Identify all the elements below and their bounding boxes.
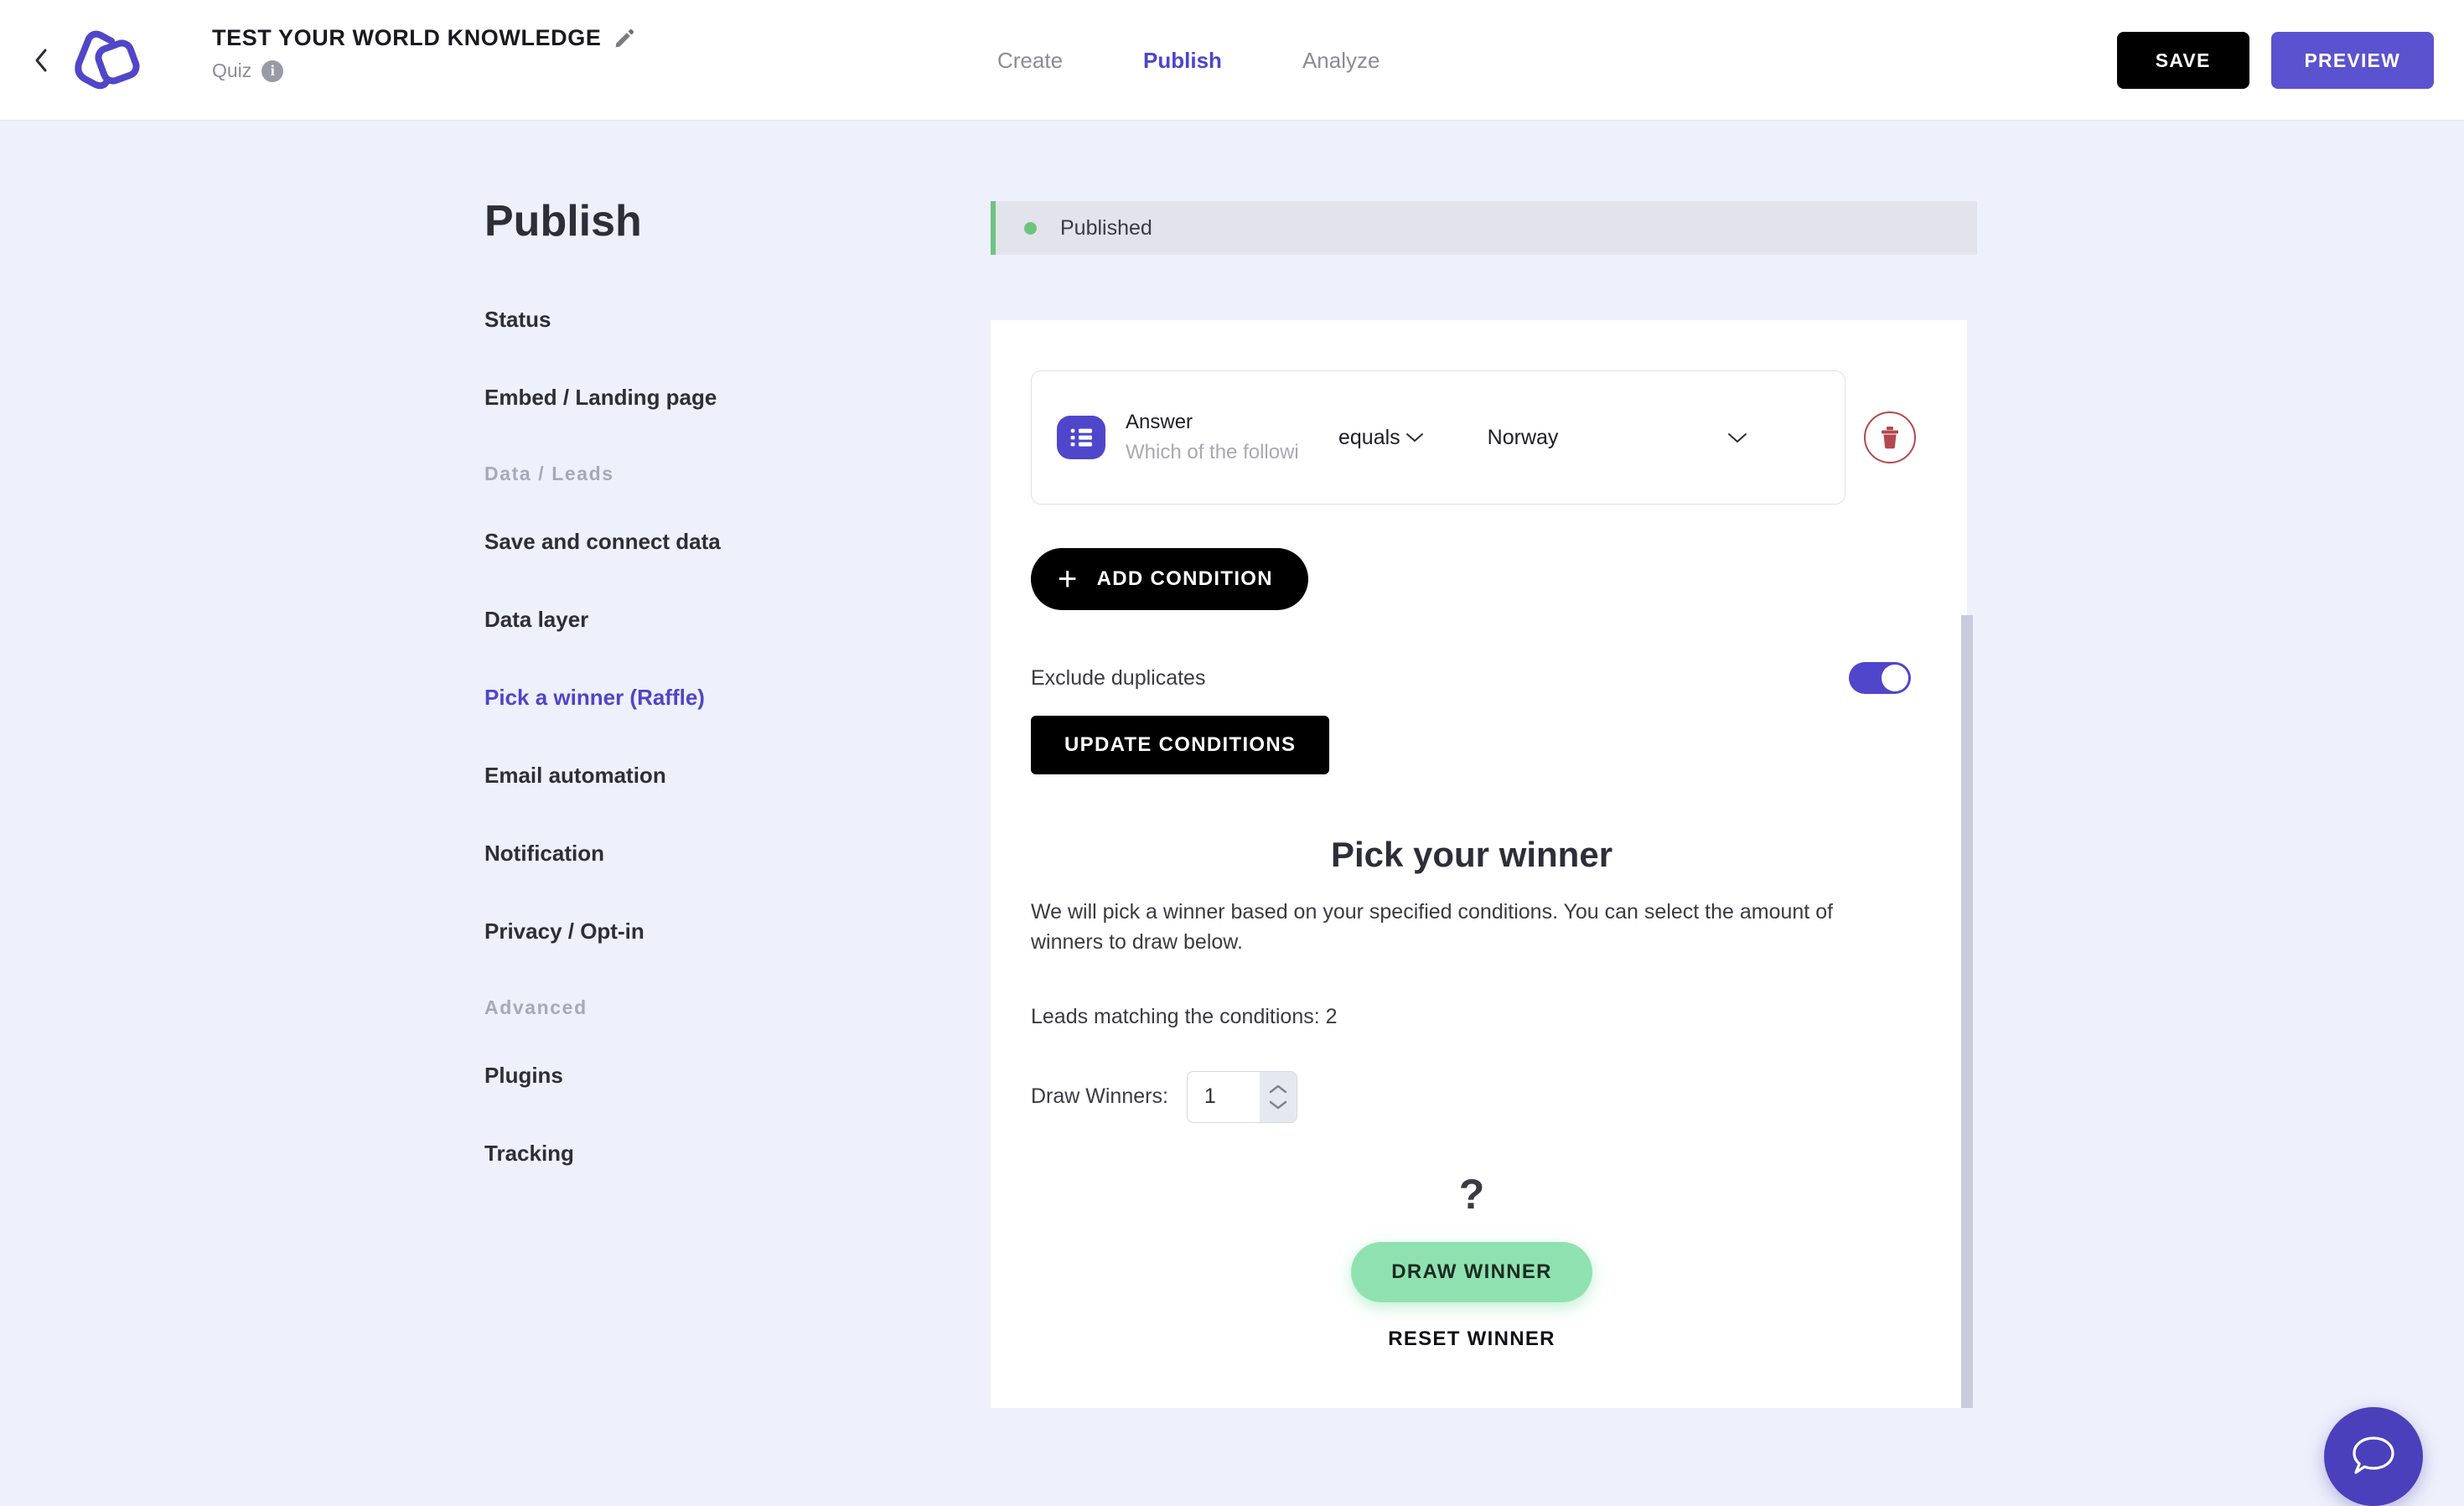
condition-operator-value: equals <box>1338 425 1400 449</box>
project-title-block: TEST YOUR WORLD KNOWLEDGE Quiz i <box>212 25 635 82</box>
edit-pencil-icon[interactable] <box>613 28 635 49</box>
chat-launcher-button[interactable] <box>2324 1407 2423 1506</box>
sidebar-group-advanced: Advanced <box>484 996 588 1018</box>
status-dot-icon <box>1024 221 1037 235</box>
multiple-choice-icon[interactable] <box>1057 416 1105 459</box>
condition-box: Answer Which of the followi equals Norwa… <box>1031 370 1845 505</box>
draw-winner-button[interactable]: DRAW WINNER <box>1351 1241 1592 1302</box>
draw-winners-row: Draw Winners: <box>1031 1070 1921 1123</box>
sidebar-item-plugins[interactable]: Plugins <box>484 1063 979 1089</box>
panel-scrollbar[interactable] <box>1961 615 1973 1408</box>
sidebar-item-save-and-connect-data[interactable]: Save and connect data <box>484 529 979 555</box>
pick-winner-heading: Pick your winner <box>1330 835 1613 874</box>
reset-winner-button[interactable]: RESET WINNER <box>1388 1327 1556 1351</box>
main-nav: Create Publish Analyze <box>997 0 1380 121</box>
status-banner: Published <box>991 201 1977 255</box>
exclude-duplicates-row: Exclude duplicates <box>1031 662 1911 694</box>
project-type-label: Quiz <box>212 60 252 81</box>
tab-create[interactable]: Create <box>997 48 1063 74</box>
draw-winners-input[interactable] <box>1187 1084 1260 1109</box>
sidebar-item-pick-a-winner[interactable]: Pick a winner (Raffle) <box>484 685 979 711</box>
draw-actions: DRAW WINNER RESET WINNER <box>1031 1241 1921 1351</box>
condition-field-name: Answer <box>1126 411 1193 433</box>
chat-bubble-icon <box>2353 1436 2394 1474</box>
chevron-up-icon <box>1269 1084 1287 1093</box>
top-bar-actions: SAVE PREVIEW <box>2116 32 2434 89</box>
sidebar-item-data-layer[interactable]: Data layer <box>484 607 979 633</box>
back-button[interactable] <box>28 44 54 77</box>
condition-value-text: Norway <box>1487 425 1559 449</box>
condition-field-labels: Answer Which of the followi <box>1126 411 1335 464</box>
sidebar-item-privacy-opt-in[interactable]: Privacy / Opt-in <box>484 919 979 944</box>
chevron-down-icon <box>1727 432 1747 442</box>
sidebar-item-email-automation[interactable]: Email automation <box>484 763 979 789</box>
add-condition-label: ADD CONDITION <box>1096 567 1273 590</box>
stepper-decrement-button[interactable] <box>1269 1100 1287 1110</box>
winner-placeholder-glyph: ? <box>1458 1170 1485 1218</box>
tab-analyze[interactable]: Analyze <box>1302 48 1380 74</box>
page-body: Publish Status Embed / Landing page Data… <box>0 121 2464 1506</box>
page-title: TEST YOUR WORLD KNOWLEDGE <box>212 25 602 50</box>
add-condition-button[interactable]: + ADD CONDITION <box>1031 548 1308 610</box>
condition-row: Answer Which of the followi equals Norwa… <box>1031 370 1921 505</box>
raffle-panel: Answer Which of the followi equals Norwa… <box>991 320 1967 1408</box>
preview-button[interactable]: PREVIEW <box>2270 32 2434 89</box>
chevron-left-icon <box>35 49 47 72</box>
list-glyph-icon <box>1070 428 1092 447</box>
exclude-duplicates-toggle[interactable] <box>1849 662 1911 694</box>
toggle-knob <box>1882 665 1908 691</box>
update-conditions-button[interactable]: UPDATE CONDITIONS <box>1031 716 1330 774</box>
status-badge: Published <box>1060 215 1152 240</box>
exclude-duplicates-label: Exclude duplicates <box>1031 665 1206 690</box>
pick-winner-description: We will pick a winner based on your spec… <box>1031 900 1834 955</box>
delete-condition-button[interactable] <box>1864 411 1916 463</box>
trash-icon <box>1882 427 1898 449</box>
sidebar-item-notification[interactable]: Notification <box>484 841 979 867</box>
save-button[interactable]: SAVE <box>2116 32 2249 89</box>
stepper-buttons <box>1259 1071 1297 1122</box>
stepper-increment-button[interactable] <box>1269 1084 1287 1095</box>
sidebar-item-status[interactable]: Status <box>484 307 979 333</box>
draw-winners-stepper[interactable] <box>1186 1070 1297 1123</box>
condition-question-text: Which of the followi <box>1126 441 1299 463</box>
publish-sidebar: Publish Status Embed / Landing page Data… <box>484 196 979 1219</box>
condition-operator-select[interactable]: equals <box>1338 426 1424 450</box>
chevron-down-icon <box>1269 1100 1287 1109</box>
leads-matching-count: Leads matching the conditions: 2 <box>1031 1004 1338 1028</box>
sidebar-item-tracking[interactable]: Tracking <box>484 1141 979 1167</box>
sidebar-group-data-leads: Data / Leads <box>484 463 614 484</box>
top-bar: TEST YOUR WORLD KNOWLEDGE Quiz i Create … <box>0 0 2464 121</box>
info-icon[interactable]: i <box>261 60 284 82</box>
tab-publish[interactable]: Publish <box>1143 48 1222 74</box>
sidebar-item-embed-landing-page[interactable]: Embed / Landing page <box>484 385 979 411</box>
brand-logo[interactable] <box>65 23 142 97</box>
draw-winners-label: Draw Winners: <box>1031 1084 1168 1108</box>
chevron-down-icon <box>1405 433 1423 442</box>
plus-icon: + <box>1058 561 1079 598</box>
sidebar-title: Publish <box>484 197 642 246</box>
condition-value-select[interactable]: Norway <box>1488 426 1747 450</box>
logo-icon <box>75 30 140 90</box>
